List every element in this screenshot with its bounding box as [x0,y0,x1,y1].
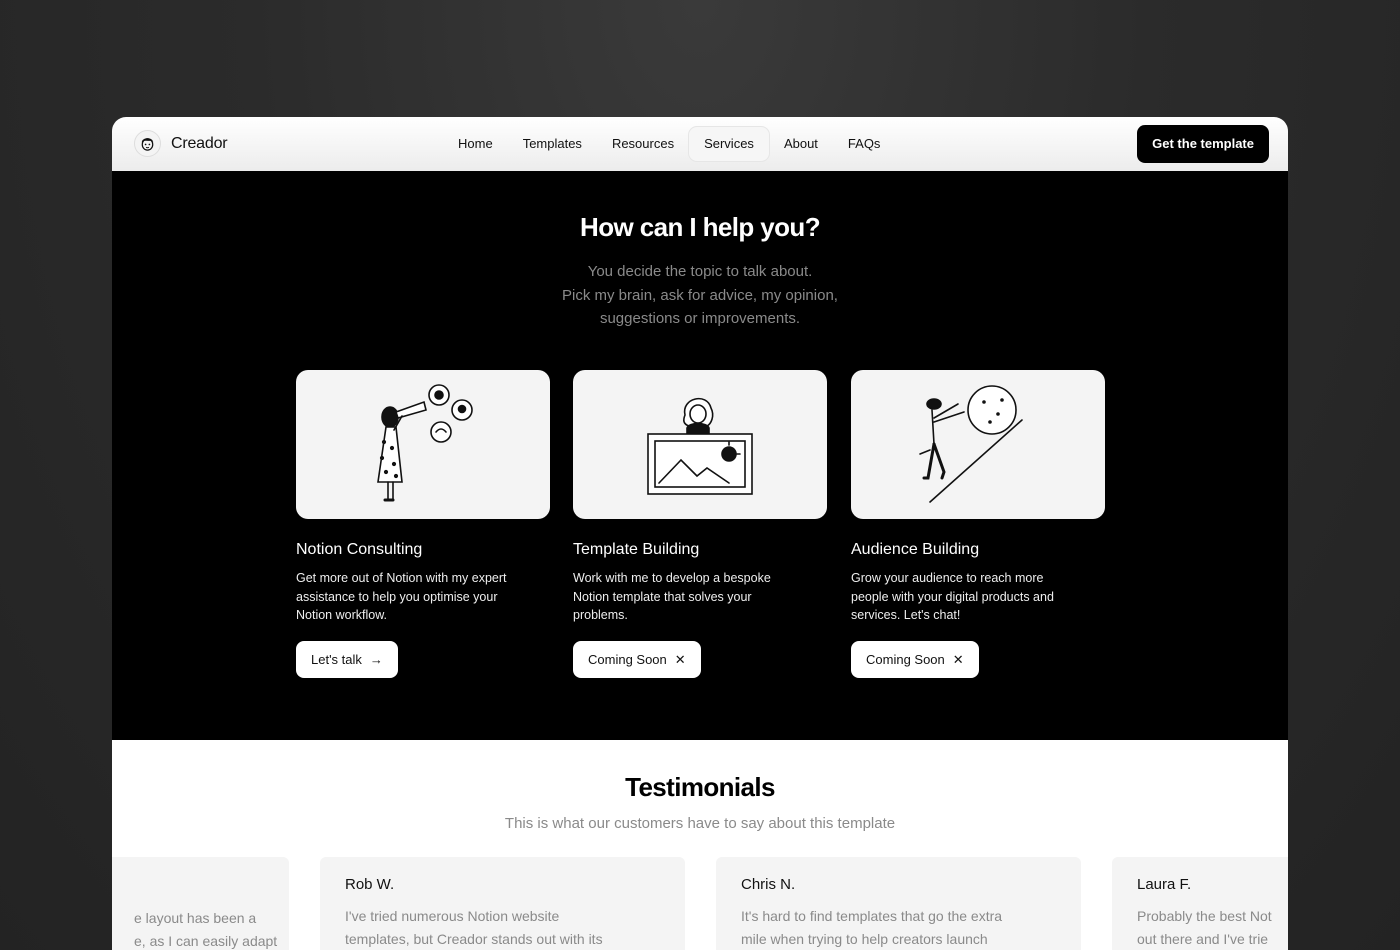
coming-soon-button[interactable]: Coming Soon ✕ [573,641,701,679]
nav-about[interactable]: About [769,127,833,161]
card-description-line: Notion template that solves your [573,589,752,604]
card-title: Notion Consulting [296,541,423,558]
testimonial-quote-line: mile when trying to help creators launch [741,930,988,947]
services-subtitle-line: Pick my brain, ask for advice, my opinio… [562,286,838,304]
card-title: Audience Building [851,541,980,558]
service-card-audience-building: Audience Building Grow your audience to … [851,370,1105,679]
testimonial-quote: Probably the best Not out there and I've… [1137,905,1288,950]
arrow-right-icon: → [369,652,383,668]
testimonial-quote-line: e, as I can easily adapt [134,932,278,949]
testimonials-section: Testimonials This is what our customers … [112,740,1288,950]
card-description-line: Notion workflow. [296,608,388,623]
services-section: How can I help you? You decide the topic… [112,171,1288,740]
testimonial-quote: It's hard to find templates that go the … [741,905,1056,950]
lets-talk-button[interactable]: Let's talk → [296,641,398,679]
telescope-illustration-icon [296,370,550,519]
testimonial-author: Rob W. [345,876,395,893]
nav-home[interactable]: Home [443,127,508,161]
avatar-logo-icon [134,130,161,157]
service-card-template-building: Template Building Work with me to develo… [573,370,827,679]
card-title: Template Building [573,541,700,558]
card-description-line: services. Let's chat! [851,608,961,623]
card-description: Work with me to develop a bespoke Notion… [573,569,827,625]
testimonial-quote-line: It's hard to find templates that go the … [741,908,1003,924]
testimonial-quote-line: I've tried numerous Notion website [345,908,560,924]
card-description-line: Work with me to develop a bespoke [573,571,771,585]
services-subtitle-line: suggestions or improvements. [599,310,801,327]
button-label: Coming Soon [866,652,945,668]
card-description-line: problems. [573,608,628,623]
close-icon: ✕ [674,651,686,667]
button-label: Let's talk [311,652,362,668]
testimonial-card[interactable]: Rob W. I've tried numerous Notion websit… [320,857,685,950]
main-menu: Home Templates Resources Services About … [443,127,895,161]
service-card-notion-consulting: Notion Consulting Get more out of Notion… [296,370,550,679]
card-description: Grow your audience to reach more people … [851,569,1105,625]
testimonial-quote-line: out there and I've trie [1137,930,1269,947]
card-description: Get more out of Notion with my expert as… [296,569,550,625]
services-heading: How can I help you? [580,212,821,242]
testimonial-quote-line: Probably the best Not [1137,908,1272,924]
services-subtitle-line: You decide the topic to talk about. [587,263,813,280]
testimonial-quote: e layout has been a e, as I can easily a… [134,907,278,950]
testimonial-card[interactable]: Chris N. It's hard to find templates tha… [716,857,1081,950]
testimonial-quote: I've tried numerous Notion website templ… [345,905,660,950]
coming-soon-button[interactable]: Coming Soon ✕ [851,641,979,679]
nav-resources[interactable]: Resources [597,127,689,161]
framed-picture-illustration-icon [573,370,827,519]
close-icon: ✕ [952,651,964,667]
services-subtitle: You decide the topic to talk about. Pick… [112,260,1288,331]
nav-faqs[interactable]: FAQs [833,127,896,161]
testimonial-quote-line: templates, but Creador stands out with i… [345,930,603,947]
nav-services[interactable]: Services [689,127,769,161]
testimonials-subtitle: This is what our customers have to say a… [504,815,896,832]
button-label: Coming Soon [588,652,667,668]
testimonial-author: Chris N. [741,876,796,893]
testimonial-card[interactable]: e layout has been a e, as I can easily a… [112,857,289,950]
testimonial-card[interactable]: Laura F. Probably the best Not out there… [1112,857,1288,950]
testimonial-author: Laura F. [1137,876,1192,893]
testimonials-heading: Testimonials [625,772,775,802]
card-description-line: Get more out of Notion with my expert [296,571,507,585]
brand[interactable]: Creador [134,130,228,157]
top-nav: Creador Home Templates Resources Service… [112,117,1288,171]
nav-templates[interactable]: Templates [508,127,597,161]
boulder-pushing-illustration-icon [851,370,1105,519]
card-description-line: assistance to help you optimise your [296,589,498,604]
card-description-line: Grow your audience to reach more [851,571,1044,585]
testimonial-quote-line: e layout has been a [134,910,257,926]
brand-name: Creador [171,134,228,152]
browser-frame: Creador Home Templates Resources Service… [112,117,1288,950]
card-description-line: people with your digital products and [851,589,1054,604]
get-template-button[interactable]: Get the template [1137,125,1269,163]
